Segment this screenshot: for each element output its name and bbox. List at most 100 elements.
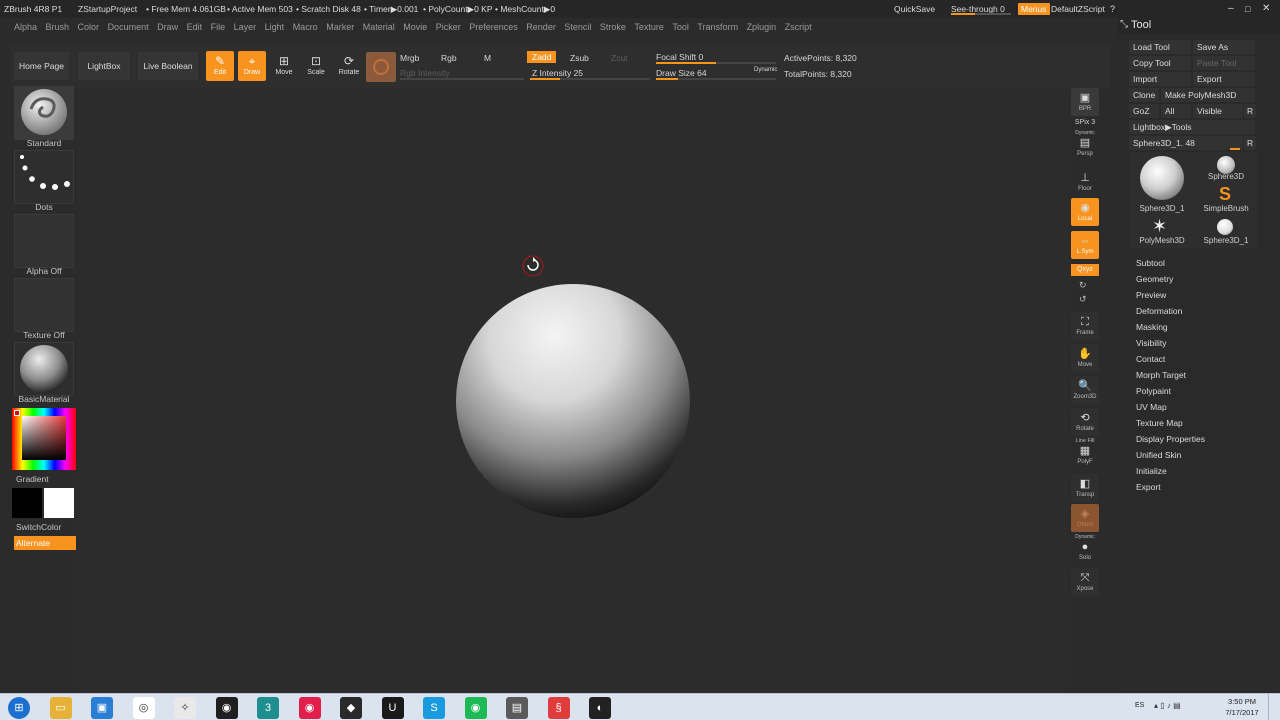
- alpha-picker[interactable]: [14, 214, 74, 268]
- polymesh3d-star-icon[interactable]: ✶: [1152, 216, 1167, 237]
- local-button[interactable]: ◉ Local: [1071, 198, 1099, 226]
- save-as-button[interactable]: Save As: [1193, 40, 1255, 54]
- menu-stencil[interactable]: Stencil: [564, 22, 591, 32]
- scale-button[interactable]: ⊡ Scale: [302, 51, 330, 81]
- tray-icons[interactable]: ▴ ▯ ♪ ▤: [1154, 701, 1181, 710]
- switchcolor-button[interactable]: SwitchColor: [10, 522, 78, 532]
- skype-icon[interactable]: S: [423, 697, 445, 719]
- z-intensity-slider[interactable]: Z Intensity 25: [532, 68, 583, 78]
- language-indicator[interactable]: ES: [1135, 702, 1144, 709]
- default-zscript-button[interactable]: DefaultZScript: [1051, 0, 1105, 18]
- menu-render[interactable]: Render: [526, 22, 556, 32]
- draw-size-slider[interactable]: Draw Size 64: [656, 68, 707, 78]
- draw-button[interactable]: ⌖ Draw: [238, 51, 266, 81]
- section-deformation[interactable]: Deformation: [1136, 306, 1182, 316]
- zcut-button[interactable]: Zcut: [611, 53, 628, 63]
- mrgb-button[interactable]: Mrgb: [400, 53, 419, 63]
- 3dsmax-icon[interactable]: 3: [257, 697, 279, 719]
- xpose-button[interactable]: ⤧ Xpose: [1071, 568, 1099, 596]
- menu-marker[interactable]: Marker: [326, 22, 354, 32]
- menu-zscript[interactable]: Zscript: [785, 22, 812, 32]
- goz-r-button[interactable]: R: [1244, 104, 1256, 118]
- texture-picker[interactable]: [14, 278, 74, 332]
- bpr-button[interactable]: ▣ BPR: [1071, 88, 1099, 116]
- menu-layer[interactable]: Layer: [234, 22, 257, 32]
- unreal-icon[interactable]: U: [381, 697, 404, 719]
- lightbox-tools-button[interactable]: Lightbox▶Tools: [1129, 120, 1255, 134]
- simplebrush-icon[interactable]: S: [1219, 184, 1231, 205]
- section-initialize[interactable]: Initialize: [1136, 466, 1167, 476]
- unity-icon[interactable]: ◐: [589, 697, 611, 719]
- import-button[interactable]: Import: [1129, 72, 1191, 86]
- m-button[interactable]: M: [484, 53, 491, 63]
- brush-picker[interactable]: [14, 86, 74, 140]
- home-page-button[interactable]: Home Page: [14, 52, 69, 80]
- menu-document[interactable]: Document: [108, 22, 149, 32]
- minimize-icon[interactable]: –: [1228, 0, 1234, 18]
- transp-button[interactable]: ◧ Transp: [1071, 474, 1099, 502]
- menu-zplugin[interactable]: Zplugin: [747, 22, 777, 32]
- polyf-button[interactable]: Line Fill ▦ PolyF: [1071, 438, 1099, 466]
- section-display-properties[interactable]: Display Properties: [1136, 434, 1205, 444]
- spix-slider[interactable]: SPix 3: [1071, 119, 1099, 126]
- section-morph-target[interactable]: Morph Target: [1136, 370, 1186, 380]
- secondary-color-swatch[interactable]: [12, 488, 42, 518]
- rotate-y-icon[interactable]: ↻: [1079, 280, 1087, 291]
- section-masking[interactable]: Masking: [1136, 322, 1168, 332]
- menu-light[interactable]: Light: [265, 22, 285, 32]
- edit-button[interactable]: ✎ Edit: [206, 51, 234, 81]
- control-panel-icon[interactable]: ▣: [91, 697, 113, 719]
- chrome-icon[interactable]: ◎: [132, 697, 155, 719]
- section-subtool[interactable]: Subtool: [1136, 258, 1165, 268]
- help-icon[interactable]: ?: [1110, 0, 1115, 18]
- move-button[interactable]: ⊞ Move: [270, 51, 298, 81]
- zadd-button[interactable]: Zadd: [527, 51, 557, 63]
- all-button[interactable]: All: [1161, 104, 1191, 118]
- start-icon[interactable]: ⊞: [8, 697, 30, 719]
- substance-icon[interactable]: §: [547, 697, 570, 719]
- maximize-icon[interactable]: □: [1245, 0, 1250, 18]
- color-saturation-square[interactable]: [22, 416, 66, 460]
- rotate-button[interactable]: ⟳ Rotate: [335, 51, 363, 81]
- section-uv-map[interactable]: UV Map: [1136, 402, 1167, 412]
- menu-texture[interactable]: Texture: [634, 22, 664, 32]
- floor-button[interactable]: ⊥ Floor: [1071, 168, 1099, 196]
- see-through-slider[interactable]: See-through 0: [951, 0, 1005, 18]
- persp-button[interactable]: Dynamic ▤ Persp: [1071, 130, 1099, 158]
- zoom3d-button[interactable]: 🔍 Zoom3D: [1071, 376, 1099, 404]
- rotate-view-button[interactable]: ⟲ Rotate: [1071, 408, 1099, 436]
- rotate-z-icon[interactable]: ↺: [1079, 294, 1087, 305]
- menu-brush[interactable]: Brush: [46, 22, 70, 32]
- stroke-picker[interactable]: [14, 150, 74, 204]
- section-unified-skin[interactable]: Unified Skin: [1136, 450, 1181, 460]
- material-swatch-button[interactable]: [366, 52, 396, 82]
- section-contact[interactable]: Contact: [1136, 354, 1165, 364]
- section-geometry[interactable]: Geometry: [1136, 274, 1173, 284]
- current-tool-slider[interactable]: Sphere3D_1. 48: [1129, 136, 1243, 150]
- explorer-icon[interactable]: ▭: [49, 697, 72, 719]
- paste-tool-button[interactable]: Paste Tool: [1193, 56, 1255, 70]
- load-tool-button[interactable]: Load Tool: [1129, 40, 1191, 54]
- app-icon[interactable]: ◆: [340, 697, 362, 719]
- sphere3d-1-small-thumbnail[interactable]: [1217, 219, 1233, 235]
- alternate-button[interactable]: Alternate: [14, 536, 76, 550]
- menu-material[interactable]: Material: [363, 22, 395, 32]
- goz-button[interactable]: GoZ: [1129, 104, 1159, 118]
- menu-picker[interactable]: Picker: [436, 22, 461, 32]
- lightbox-button[interactable]: LightBox: [78, 52, 130, 80]
- document-canvas[interactable]: [78, 92, 1068, 692]
- menu-alpha[interactable]: Alpha: [14, 22, 37, 32]
- obs-icon[interactable]: ◉: [215, 697, 238, 719]
- section-texture-map[interactable]: Texture Map: [1136, 418, 1183, 428]
- clock-time[interactable]: 3:50 PM: [1225, 697, 1259, 706]
- menus-button[interactable]: Menus: [1018, 3, 1050, 15]
- menu-draw[interactable]: Draw: [157, 22, 178, 32]
- ghost-button[interactable]: ◈ Ghost: [1071, 504, 1099, 532]
- show-desktop-button[interactable]: [1268, 694, 1280, 720]
- live-boolean-button[interactable]: Live Boolean: [138, 52, 198, 80]
- close-icon[interactable]: ✕: [1262, 0, 1270, 18]
- clone-button[interactable]: Clone: [1129, 88, 1159, 102]
- copy-tool-button[interactable]: Copy Tool: [1129, 56, 1191, 70]
- focal-shift-slider[interactable]: Focal Shift 0: [656, 52, 703, 62]
- menu-file[interactable]: File: [211, 22, 226, 32]
